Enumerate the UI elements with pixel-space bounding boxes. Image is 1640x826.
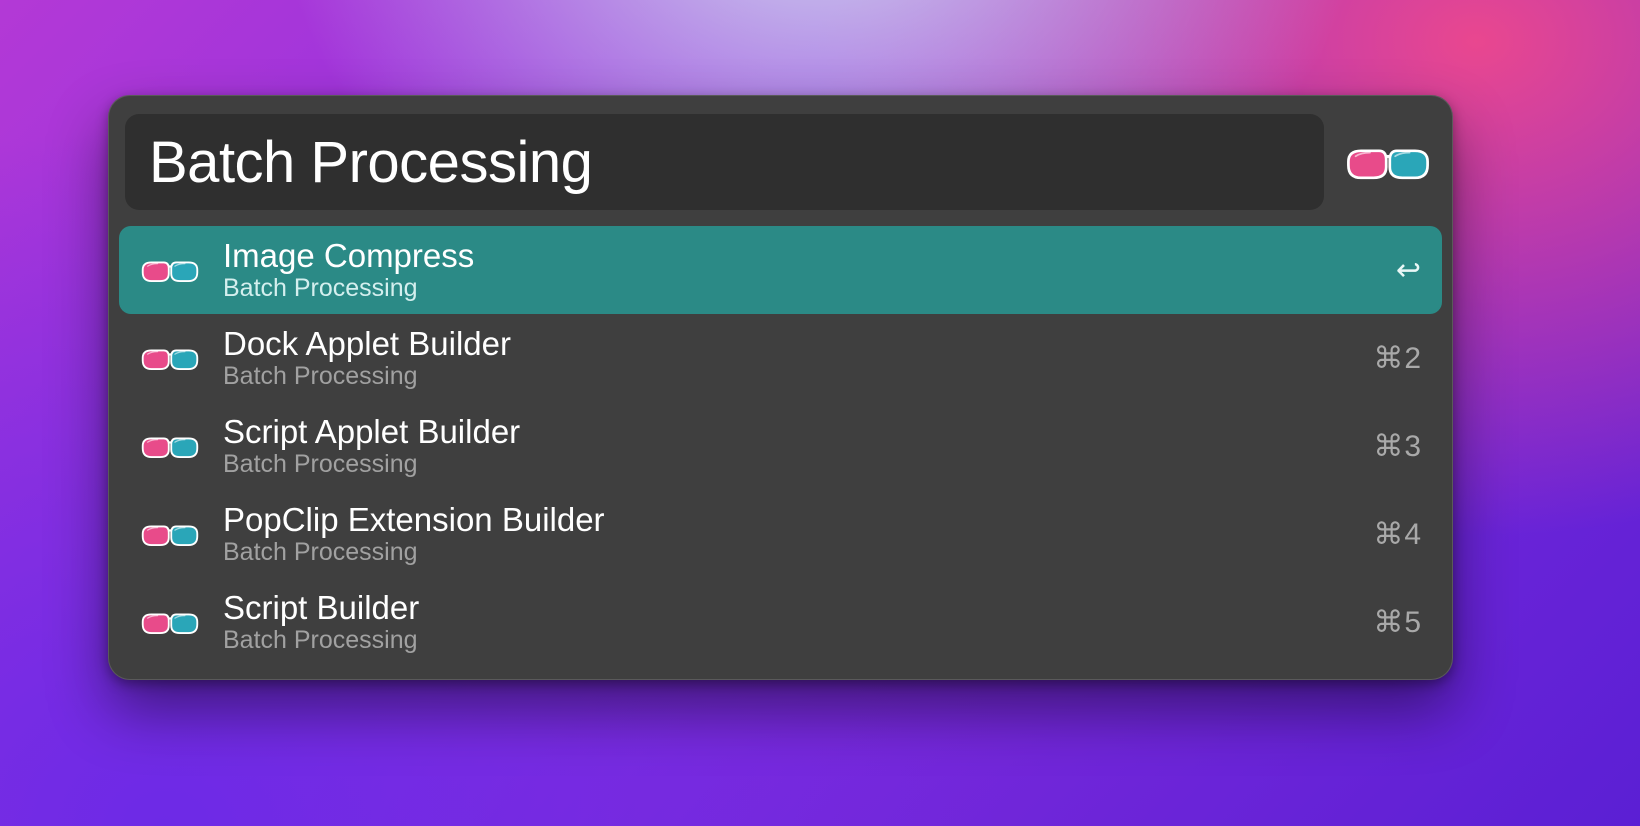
result-row[interactable]: Dock Applet Builder Batch Processing ⌘2: [119, 314, 1442, 402]
result-text: PopClip Extension Builder Batch Processi…: [223, 503, 1340, 566]
result-subtitle: Batch Processing: [223, 451, 1340, 477]
glasses-icon: [139, 607, 201, 638]
search-input[interactable]: [125, 114, 1324, 210]
result-title: Image Compress: [223, 239, 1340, 274]
result-subtitle: Batch Processing: [223, 539, 1340, 565]
app-logo: [1340, 114, 1436, 210]
search-row: [109, 96, 1452, 220]
glasses-icon: [139, 431, 201, 462]
result-shortcut: ⌘2: [1362, 341, 1422, 376]
result-row[interactable]: Script Applet Builder Batch Processing ⌘…: [119, 402, 1442, 490]
launcher-panel: Image Compress Batch Processing ↩ Dock A…: [108, 95, 1453, 680]
result-icon: [139, 503, 201, 565]
result-row[interactable]: Image Compress Batch Processing ↩: [119, 226, 1442, 314]
result-title: Dock Applet Builder: [223, 327, 1340, 362]
return-icon: ↩: [1396, 253, 1422, 288]
result-shortcut: ⌘3: [1362, 429, 1422, 464]
result-subtitle: Batch Processing: [223, 363, 1340, 389]
result-subtitle: Batch Processing: [223, 627, 1340, 653]
result-text: Script Applet Builder Batch Processing: [223, 415, 1340, 478]
result-text: Dock Applet Builder Batch Processing: [223, 327, 1340, 390]
result-icon: [139, 415, 201, 477]
result-title: Script Applet Builder: [223, 415, 1340, 450]
result-title: PopClip Extension Builder: [223, 503, 1340, 538]
result-shortcut: ⌘5: [1362, 605, 1422, 640]
result-subtitle: Batch Processing: [223, 275, 1340, 301]
glasses-icon: [139, 255, 201, 286]
result-text: Script Builder Batch Processing: [223, 591, 1340, 654]
result-icon: [139, 239, 201, 301]
results-list: Image Compress Batch Processing ↩ Dock A…: [109, 220, 1452, 666]
result-text: Image Compress Batch Processing: [223, 239, 1340, 302]
glasses-icon: [1343, 140, 1433, 185]
result-shortcut: ↩: [1362, 253, 1422, 288]
result-row[interactable]: PopClip Extension Builder Batch Processi…: [119, 490, 1442, 578]
glasses-icon: [139, 519, 201, 550]
glasses-icon: [139, 343, 201, 374]
result-row[interactable]: Script Builder Batch Processing ⌘5: [119, 578, 1442, 666]
result-icon: [139, 591, 201, 653]
result-shortcut: ⌘4: [1362, 517, 1422, 552]
result-icon: [139, 327, 201, 389]
result-title: Script Builder: [223, 591, 1340, 626]
